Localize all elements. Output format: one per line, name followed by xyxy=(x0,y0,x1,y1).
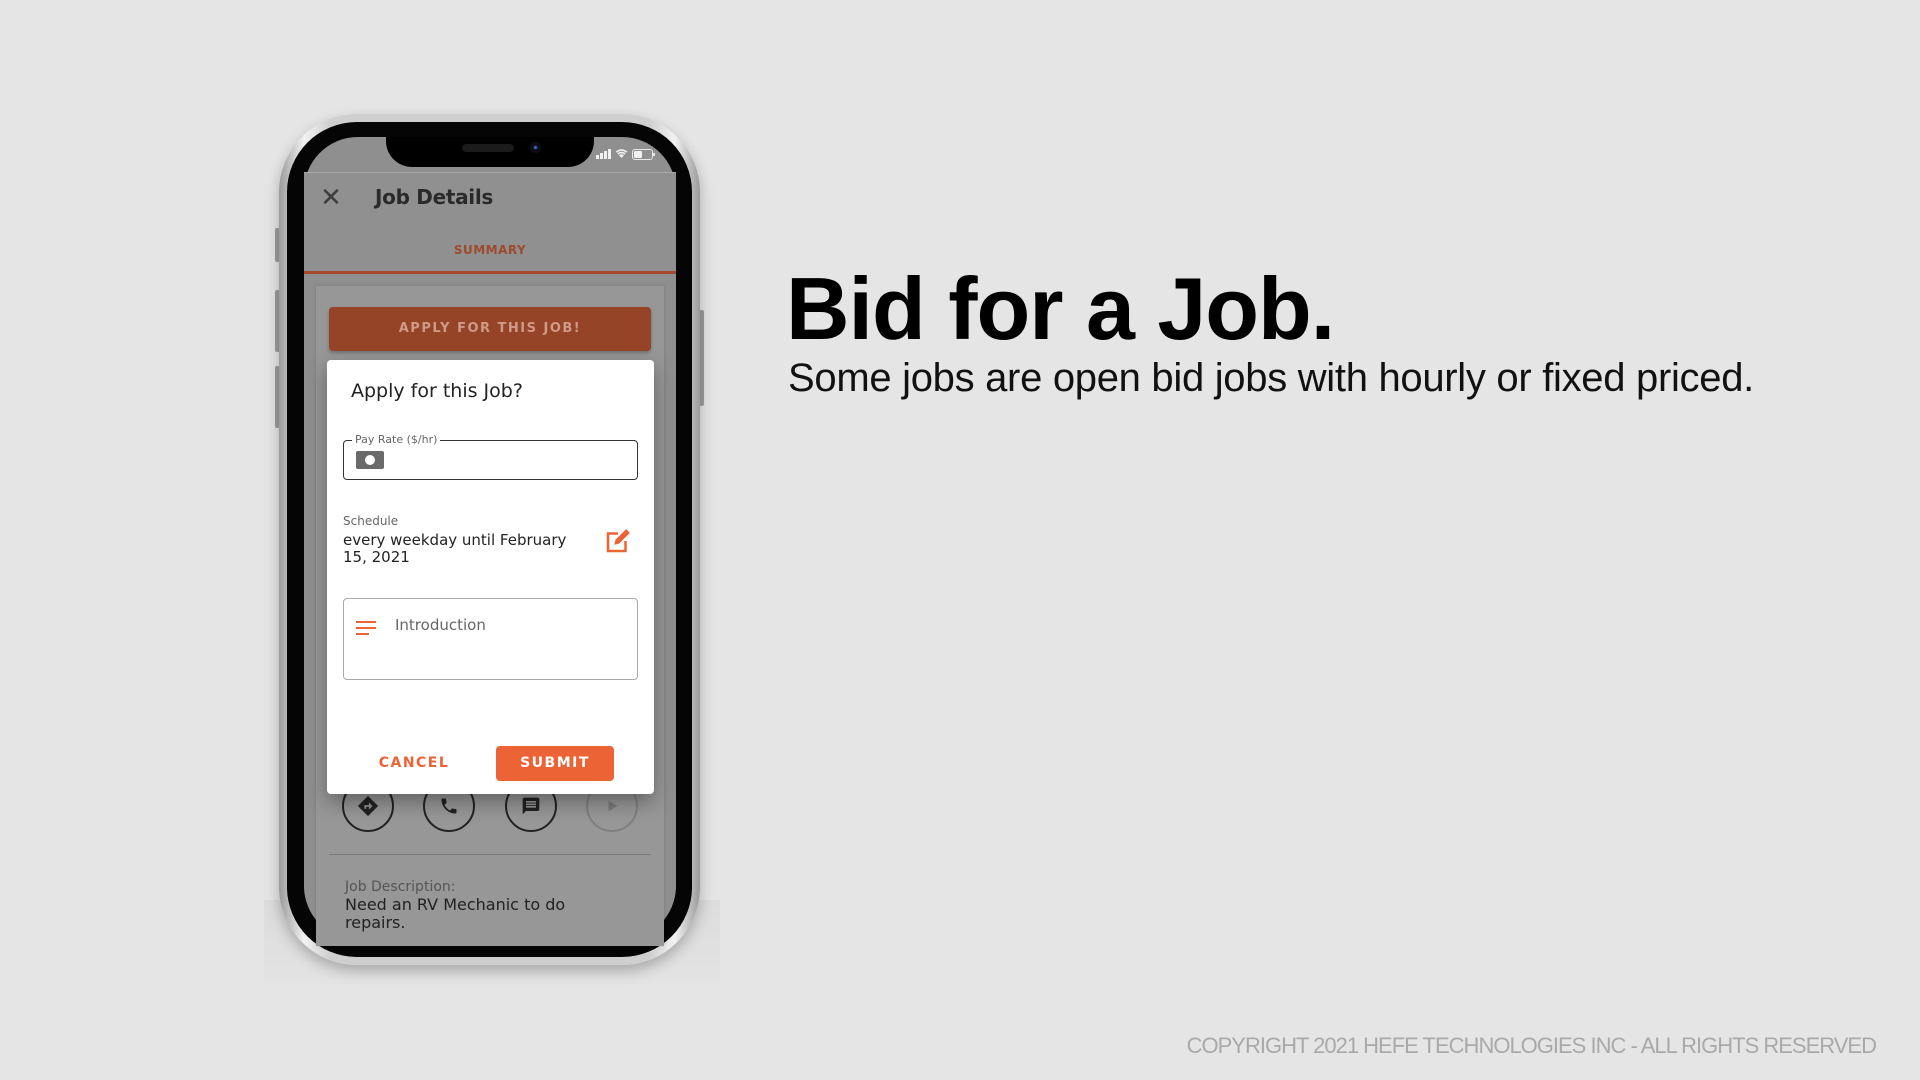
cancel-button[interactable]: CANCEL xyxy=(368,746,460,781)
battery-icon xyxy=(632,149,655,160)
job-description-text: Need an RV Mechanic to do repairs. xyxy=(345,895,566,932)
play-icon xyxy=(608,800,618,812)
phone-camera xyxy=(530,142,541,153)
cellular-signal-icon xyxy=(596,149,614,159)
pay-rate-input[interactable] xyxy=(343,440,638,480)
slide-headline: Bid for a Job. xyxy=(786,259,1335,358)
section-divider xyxy=(329,854,651,855)
introduction-input[interactable] xyxy=(343,598,638,680)
dialog-title: Apply for this Job? xyxy=(351,380,523,402)
phone-speaker xyxy=(462,144,514,152)
tab-summary[interactable]: SUMMARY xyxy=(304,243,676,257)
schedule-label: Schedule xyxy=(343,514,399,528)
notes-icon xyxy=(356,621,376,635)
copyright-notice: COPYRIGHT 2021 HEFE TECHNOLOGIES INC - A… xyxy=(1186,1033,1877,1058)
schedule-value: every weekday until February 15, 2021 xyxy=(343,531,567,566)
submit-button[interactable]: SUBMIT xyxy=(496,746,614,781)
tab-active-indicator xyxy=(304,271,676,274)
slide-subheading: Some jobs are open bid jobs with hourly … xyxy=(788,356,1754,400)
message-icon xyxy=(522,797,540,815)
cash-icon xyxy=(356,451,384,469)
phone-notch xyxy=(386,137,594,167)
close-icon[interactable]: ✕ xyxy=(319,185,343,211)
apply-for-job-button[interactable]: APPLY FOR THIS JOB! xyxy=(329,307,651,351)
wifi-icon xyxy=(615,149,628,158)
introduction-placeholder: Introduction xyxy=(395,616,486,634)
phone-icon xyxy=(441,798,457,814)
job-description-label: Job Description: xyxy=(345,879,456,895)
page-title: Job Details xyxy=(375,185,493,209)
directions-icon xyxy=(357,795,379,817)
pay-rate-label: Pay Rate ($/hr) xyxy=(352,433,441,446)
edit-schedule-icon[interactable] xyxy=(603,526,633,556)
apply-dialog xyxy=(327,360,654,794)
